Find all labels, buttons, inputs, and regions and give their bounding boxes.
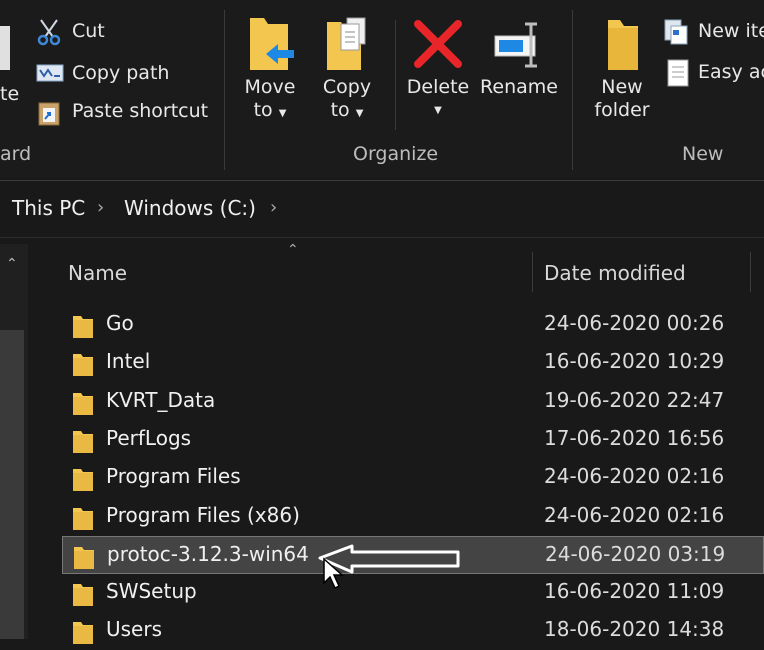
file-date-modified: 17-06-2020 16:56 (544, 426, 725, 450)
move-to-icon (238, 14, 302, 76)
rename-button[interactable]: Rename (478, 14, 560, 99)
new-item-button[interactable]: New ite (662, 18, 764, 46)
folder-icon (72, 313, 94, 339)
cut-label: Cut (72, 20, 105, 42)
breadcrumb-chevron-icon[interactable]: › (97, 197, 104, 218)
file-name: Program Files (x86) (106, 503, 300, 527)
folder-icon (73, 544, 95, 570)
file-name: Program Files (106, 464, 241, 488)
new-group-label: New (682, 143, 724, 165)
column-divider[interactable] (532, 252, 533, 292)
delete-x-icon (402, 14, 474, 76)
file-date-modified: 24-06-2020 00:26 (544, 311, 725, 335)
easy-access-icon (666, 58, 690, 92)
copy-path-button[interactable]: Copy path (36, 60, 216, 88)
paste-button-label[interactable]: te (0, 83, 19, 105)
file-date-modified: 24-06-2020 03:19 (545, 542, 726, 566)
ribbon-bottom-border (0, 180, 764, 181)
breadcrumb-windows-c[interactable]: Windows (C:) (124, 196, 256, 220)
folder-icon (72, 390, 94, 416)
file-name: protoc-3.12.3-win64 (107, 542, 309, 566)
file-name: Intel (106, 349, 151, 373)
file-date-modified: 16-06-2020 11:09 (544, 579, 725, 603)
copy-to-label-line2: to (330, 99, 350, 121)
file-name: KVRT_Data (106, 388, 216, 412)
breadcrumb-chevron-icon[interactable]: › (270, 197, 277, 218)
folder-icon (72, 619, 94, 645)
new-folder-label-line1: New (601, 76, 643, 98)
copy-to-button[interactable]: Copy to ▼ (316, 14, 378, 125)
file-date-modified: 18-06-2020 14:38 (544, 617, 725, 641)
column-divider[interactable] (750, 252, 751, 292)
delete-label: Delete (406, 76, 470, 98)
move-to-label-line1: Move (244, 76, 296, 98)
easy-access-label: Easy ac (698, 61, 764, 83)
file-name: PerfLogs (106, 426, 192, 450)
new-folder-button[interactable]: New folder (584, 14, 660, 122)
paste-shortcut-button[interactable]: Paste shortcut (36, 98, 216, 126)
folder-icon (72, 581, 94, 607)
copy-to-icon (316, 14, 378, 76)
new-folder-label-line2: folder (594, 99, 650, 121)
new-folder-icon (584, 14, 660, 76)
delete-button[interactable]: Delete ▼ (402, 14, 474, 122)
file-date-modified: 24-06-2020 02:16 (544, 464, 725, 488)
file-date-modified: 24-06-2020 02:16 (544, 503, 725, 527)
paste-icon[interactable] (0, 22, 12, 72)
rename-icon (478, 14, 560, 76)
copy-to-chevron-down-icon: ▼ (355, 108, 364, 119)
column-header-name[interactable]: Name (68, 261, 127, 285)
sort-ascending-icon: ⌃ (287, 242, 299, 258)
address-bottom-border (0, 237, 764, 238)
mouse-cursor-icon (322, 557, 344, 595)
address-bar[interactable]: This PC › Windows (C:) › (0, 182, 764, 236)
easy-access-button[interactable]: Easy ac (662, 58, 764, 88)
file-row[interactable]: Program Files 24-06-2020 02:16 (62, 459, 764, 497)
ribbon-separator (224, 10, 225, 170)
folder-icon (72, 466, 94, 492)
scrollbar-thumb[interactable] (0, 330, 24, 639)
file-name: Users (106, 617, 163, 641)
folder-icon (72, 505, 94, 531)
ribbon-separator (395, 20, 396, 130)
clipboard-group-label: ard (0, 143, 32, 165)
file-row[interactable]: Go 24-06-2020 00:26 (62, 306, 764, 344)
file-row[interactable]: Users 18-06-2020 14:38 (62, 612, 764, 650)
scroll-up-arrow-icon[interactable]: ⌃ (6, 256, 18, 272)
copy-path-label: Copy path (72, 62, 170, 84)
file-date-modified: 16-06-2020 10:29 (544, 349, 725, 373)
new-item-icon (662, 18, 690, 50)
file-row[interactable]: PerfLogs 17-06-2020 16:56 (62, 421, 764, 459)
copy-path-icon (36, 64, 64, 86)
file-row[interactable]: Program Files (x86) 24-06-2020 02:16 (62, 498, 764, 536)
breadcrumb-this-pc[interactable]: This PC (12, 196, 85, 220)
file-name: SWSetup (106, 579, 197, 603)
folder-icon (72, 428, 94, 454)
new-item-label: New ite (698, 20, 764, 42)
rename-label: Rename (480, 76, 558, 98)
ribbon: te Cut Copy path Paste shortcut ard Move… (0, 0, 764, 178)
cut-button[interactable]: Cut (36, 18, 196, 46)
scissors-icon (36, 18, 62, 50)
paste-shortcut-icon (38, 100, 60, 130)
ribbon-separator (572, 10, 573, 170)
file-row[interactable]: Intel 16-06-2020 10:29 (62, 344, 764, 382)
copy-to-label-line1: Copy (322, 76, 372, 98)
paste-shortcut-label: Paste shortcut (72, 100, 209, 122)
file-name: Go (106, 311, 134, 335)
folder-icon (72, 351, 94, 377)
move-to-button[interactable]: Move to ▼ (238, 14, 302, 125)
delete-chevron-down-icon: ▼ (434, 105, 442, 116)
move-to-chevron-down-icon: ▼ (278, 108, 287, 119)
organize-group-label: Organize (353, 143, 439, 165)
file-row[interactable]: KVRT_Data 19-06-2020 22:47 (62, 383, 764, 421)
file-date-modified: 19-06-2020 22:47 (544, 388, 725, 412)
column-header-date-modified[interactable]: Date modified (544, 261, 686, 285)
move-to-label-line2: to (253, 99, 273, 121)
